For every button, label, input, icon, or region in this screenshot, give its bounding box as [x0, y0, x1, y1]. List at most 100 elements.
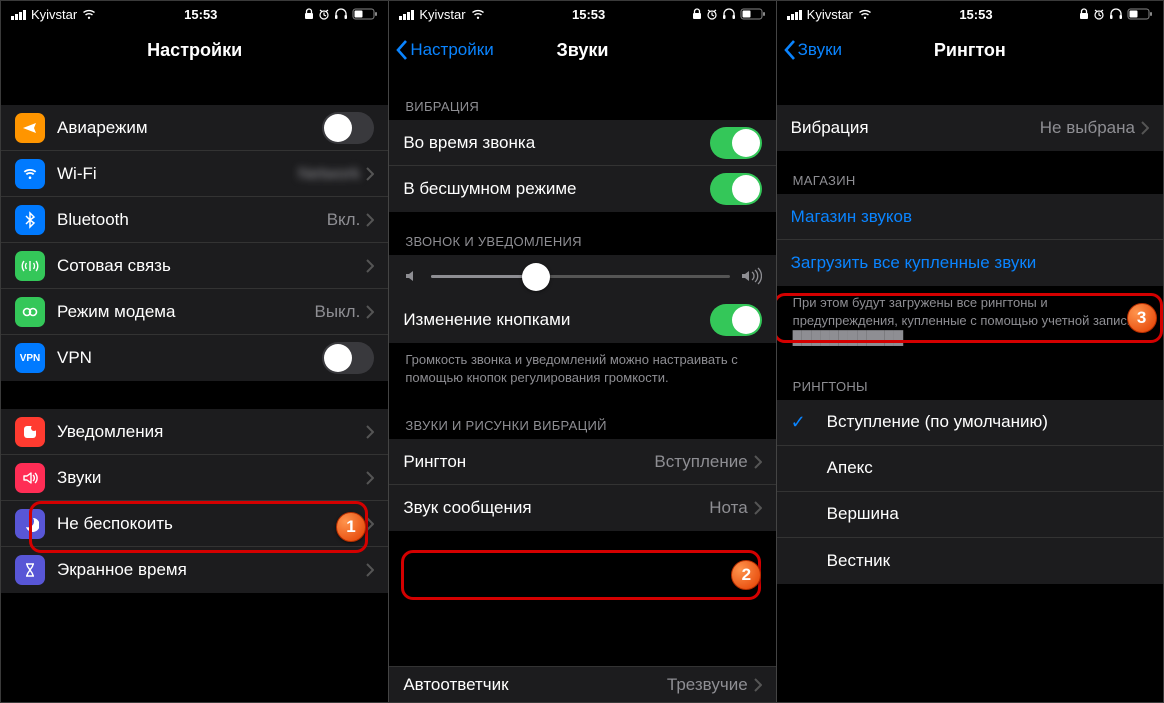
vibration-row-group: Вибрация Не выбрана [777, 105, 1163, 151]
row-value: Нота [709, 498, 747, 518]
row-download-purchased[interactable]: Загрузить все купленные звуки [777, 240, 1163, 286]
toggle[interactable] [710, 304, 762, 336]
chevron-right-icon [1141, 121, 1149, 135]
row-hotspot[interactable]: Режим модема Выкл. [1, 289, 388, 335]
row-label: В бесшумном режиме [403, 179, 709, 199]
section-header: ЗВУКИ И РИСУНКИ ВИБРАЦИЙ [389, 396, 775, 439]
page-title: Настройки [147, 40, 242, 61]
lock-icon [1079, 8, 1089, 20]
cellular-icon [15, 251, 45, 281]
time-label: 15:53 [572, 7, 605, 22]
row-vibrate-ring[interactable]: Во время звонка [389, 120, 775, 166]
page-title: Рингтон [934, 40, 1006, 61]
moon-icon [15, 509, 45, 539]
row-sounds[interactable]: Звуки [1, 455, 388, 501]
row-label: Не беспокоить [57, 514, 366, 534]
toggle[interactable] [322, 342, 374, 374]
row-label: Загрузить все купленные звуки [791, 253, 1149, 273]
lock-icon [692, 8, 702, 20]
row-label: Рингтон [403, 452, 654, 472]
chevron-right-icon [366, 213, 374, 227]
row-change-buttons[interactable]: Изменение кнопками [389, 297, 775, 343]
row-value: Не выбрана [1040, 118, 1135, 138]
hotspot-icon [15, 297, 45, 327]
ringtone-item[interactable]: Вершина [777, 492, 1163, 538]
row-vpn[interactable]: VPN VPN [1, 335, 388, 381]
toggle[interactable] [710, 127, 762, 159]
row-text-tone[interactable]: Звук сообщения Нота [389, 485, 775, 531]
row-value: Вкл. [327, 210, 361, 230]
row-vibrate-silent[interactable]: В бесшумном режиме [389, 166, 775, 212]
row-ringtone[interactable]: Рингтон Вступление [389, 439, 775, 485]
ringtone-screen: Kyivstar 15:53 Звуки Рингтон Вибрация Не… [776, 1, 1163, 702]
row-label: Режим модема [57, 302, 314, 322]
chevron-right-icon [366, 259, 374, 273]
chevron-right-icon [754, 501, 762, 515]
chevron-left-icon [783, 39, 796, 61]
wifi-icon [81, 8, 97, 20]
row-notifications[interactable]: Уведомления [1, 409, 388, 455]
row-label: Апекс [827, 458, 1149, 478]
time-label: 15:53 [184, 7, 217, 22]
carrier-label: Kyivstar [807, 7, 853, 22]
row-label: Wi-Fi [57, 164, 298, 184]
headphones-icon [334, 8, 348, 20]
row-value: Трезвучие [667, 675, 748, 695]
back-button[interactable]: Звуки [783, 39, 842, 61]
ringtone-item[interactable]: Апекс [777, 446, 1163, 492]
row-airplane[interactable]: Авиарежим [1, 105, 388, 151]
row-value: Выкл. [314, 302, 360, 322]
store-group: Магазин звуков Загрузить все купленные з… [777, 194, 1163, 286]
row-cellular[interactable]: Сотовая связь [1, 243, 388, 289]
settings-screen: Kyivstar 15:53 Настройки Авиарежим Wi-Fi… [1, 1, 388, 702]
volume-slider-row[interactable] [389, 255, 775, 297]
headphones-icon [722, 8, 736, 20]
section-header: ЗВОНОК И УВЕДОМЛЕНИЯ [389, 212, 775, 255]
toggle[interactable] [322, 112, 374, 144]
row-screentime[interactable]: Экранное время [1, 547, 388, 593]
callout-badge: 1 [336, 512, 366, 542]
row-wifi[interactable]: Wi-Fi Network [1, 151, 388, 197]
carrier-label: Kyivstar [419, 7, 465, 22]
chevron-right-icon [366, 517, 374, 531]
row-voicemail-partial[interactable]: Автоответчик Трезвучие [389, 666, 775, 702]
toggle[interactable] [710, 173, 762, 205]
volume-high-icon [740, 267, 762, 285]
footer-note: Громкость звонка и уведомлений можно нас… [389, 343, 775, 396]
chevron-right-icon [754, 455, 762, 469]
row-label: Сотовая связь [57, 256, 366, 276]
row-label: Экранное время [57, 560, 366, 580]
ringer-group: Изменение кнопками [389, 255, 775, 343]
row-bluetooth[interactable]: Bluetooth Вкл. [1, 197, 388, 243]
alarm-icon [706, 8, 718, 20]
settings-group-general: Уведомления Звуки Не беспокоить Экранное… [1, 409, 388, 593]
volume-slider[interactable] [431, 275, 729, 278]
row-label: VPN [57, 348, 322, 368]
status-bar: Kyivstar 15:53 [777, 1, 1163, 23]
battery-icon [352, 8, 378, 20]
alarm-icon [318, 8, 330, 20]
ringtone-item[interactable]: ✓ Вступление (по умолчанию) [777, 400, 1163, 446]
vpn-icon: VPN [15, 343, 45, 373]
back-button[interactable]: Настройки [395, 39, 493, 61]
callout-badge: 3 [1127, 303, 1157, 333]
row-label: Звуки [57, 468, 366, 488]
ringtone-item[interactable]: Вестник [777, 538, 1163, 584]
chevron-right-icon [366, 471, 374, 485]
chevron-left-icon [395, 39, 408, 61]
bluetooth-icon [15, 205, 45, 235]
row-value: Вступление [654, 452, 747, 472]
row-label: Автоответчик [403, 675, 667, 695]
headphones-icon [1109, 8, 1123, 20]
row-value-hidden: Network [298, 164, 360, 184]
volume-low-icon [403, 267, 421, 285]
row-vibration-pattern[interactable]: Вибрация Не выбрана [777, 105, 1163, 151]
chevron-right-icon [366, 425, 374, 439]
ringtones-list: ✓ Вступление (по умолчанию) Апекс Вершин… [777, 400, 1163, 584]
chevron-right-icon [754, 678, 762, 692]
section-header: ВИБРАЦИЯ [389, 77, 775, 120]
row-dnd[interactable]: Не беспокоить [1, 501, 388, 547]
footer-note: При этом будут загружены все рингтоны и … [777, 286, 1163, 357]
section-header: РИНГТОНЫ [777, 357, 1163, 400]
row-tone-store[interactable]: Магазин звуков [777, 194, 1163, 240]
